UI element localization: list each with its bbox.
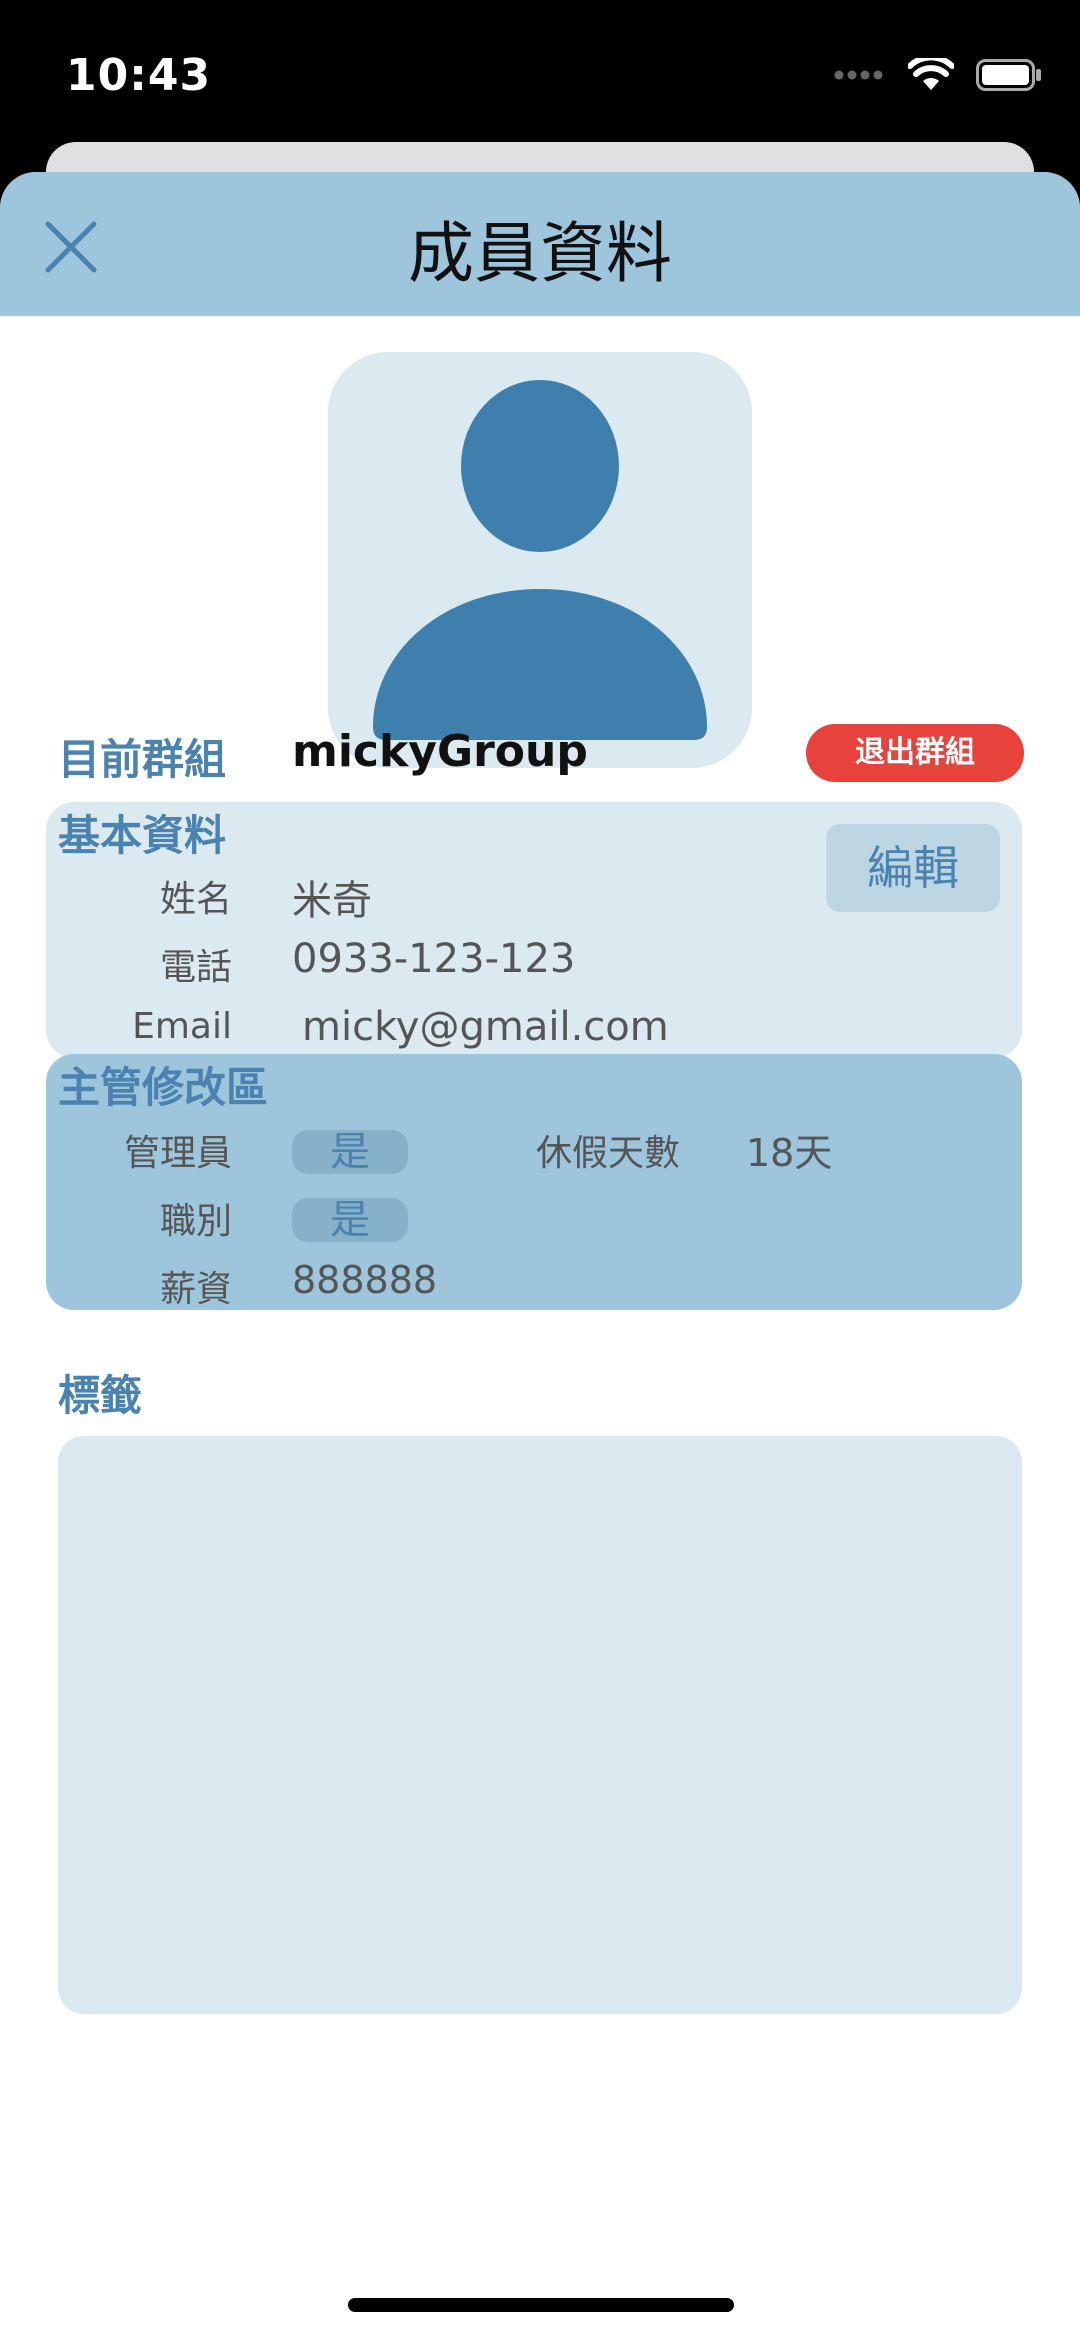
avatar[interactable] (328, 352, 752, 768)
tags-label: 標籤 (58, 1371, 143, 1420)
email-value: micky@gmail.com (302, 1004, 669, 1050)
manager-area-title: 主管修改區 (58, 1063, 269, 1112)
salary-label: 薪資 (159, 1269, 232, 1310)
status-icons (834, 58, 1042, 92)
admin-label: 管理員 (123, 1133, 232, 1174)
phone-label: 電話 (159, 947, 232, 988)
status-time: 10:43 (66, 50, 212, 101)
basic-info-panel: 基本資料 編輯 姓名 米奇 電話 0933-123-123 Email mick… (46, 802, 1022, 1058)
nav-bar: 成員資料 (0, 172, 1080, 316)
salary-value: 888888 (292, 1258, 438, 1302)
member-profile-sheet: 成員資料 目前群組 mickyGroup 退出群組 基本資料 編輯 姓名 米奇 … (0, 172, 1080, 2340)
position-toggle[interactable]: 是 (292, 1198, 408, 1242)
battery-icon (976, 59, 1041, 91)
tags-area[interactable] (58, 1436, 1022, 2014)
basic-info-title: 基本資料 (58, 811, 227, 860)
leave-days-value: 18天 (746, 1131, 833, 1175)
leave-group-button[interactable]: 退出群組 (806, 724, 1024, 782)
current-group-value: mickyGroup (292, 726, 588, 777)
admin-toggle[interactable]: 是 (292, 1130, 408, 1174)
manager-area-panel: 主管修改區 管理員 是 休假天數 18天 職別 是 薪資 888888 (46, 1054, 1022, 1310)
name-label: 姓名 (159, 879, 232, 920)
home-indicator[interactable] (348, 2298, 734, 2312)
current-group-label: 目前群組 (58, 735, 227, 784)
email-label: Email (132, 1006, 232, 1047)
cellular-signal-icon (834, 70, 883, 80)
position-label: 職別 (159, 1201, 232, 1242)
phone-value: 0933-123-123 (292, 936, 576, 982)
leave-days-label: 休假天數 (536, 1133, 681, 1174)
edit-button[interactable]: 編輯 (826, 824, 1000, 912)
page-title: 成員資料 (408, 215, 672, 292)
person-icon (373, 380, 707, 740)
status-bar: 10:43 (0, 0, 1080, 150)
name-value: 米奇 (292, 878, 372, 924)
wifi-icon (908, 58, 954, 90)
